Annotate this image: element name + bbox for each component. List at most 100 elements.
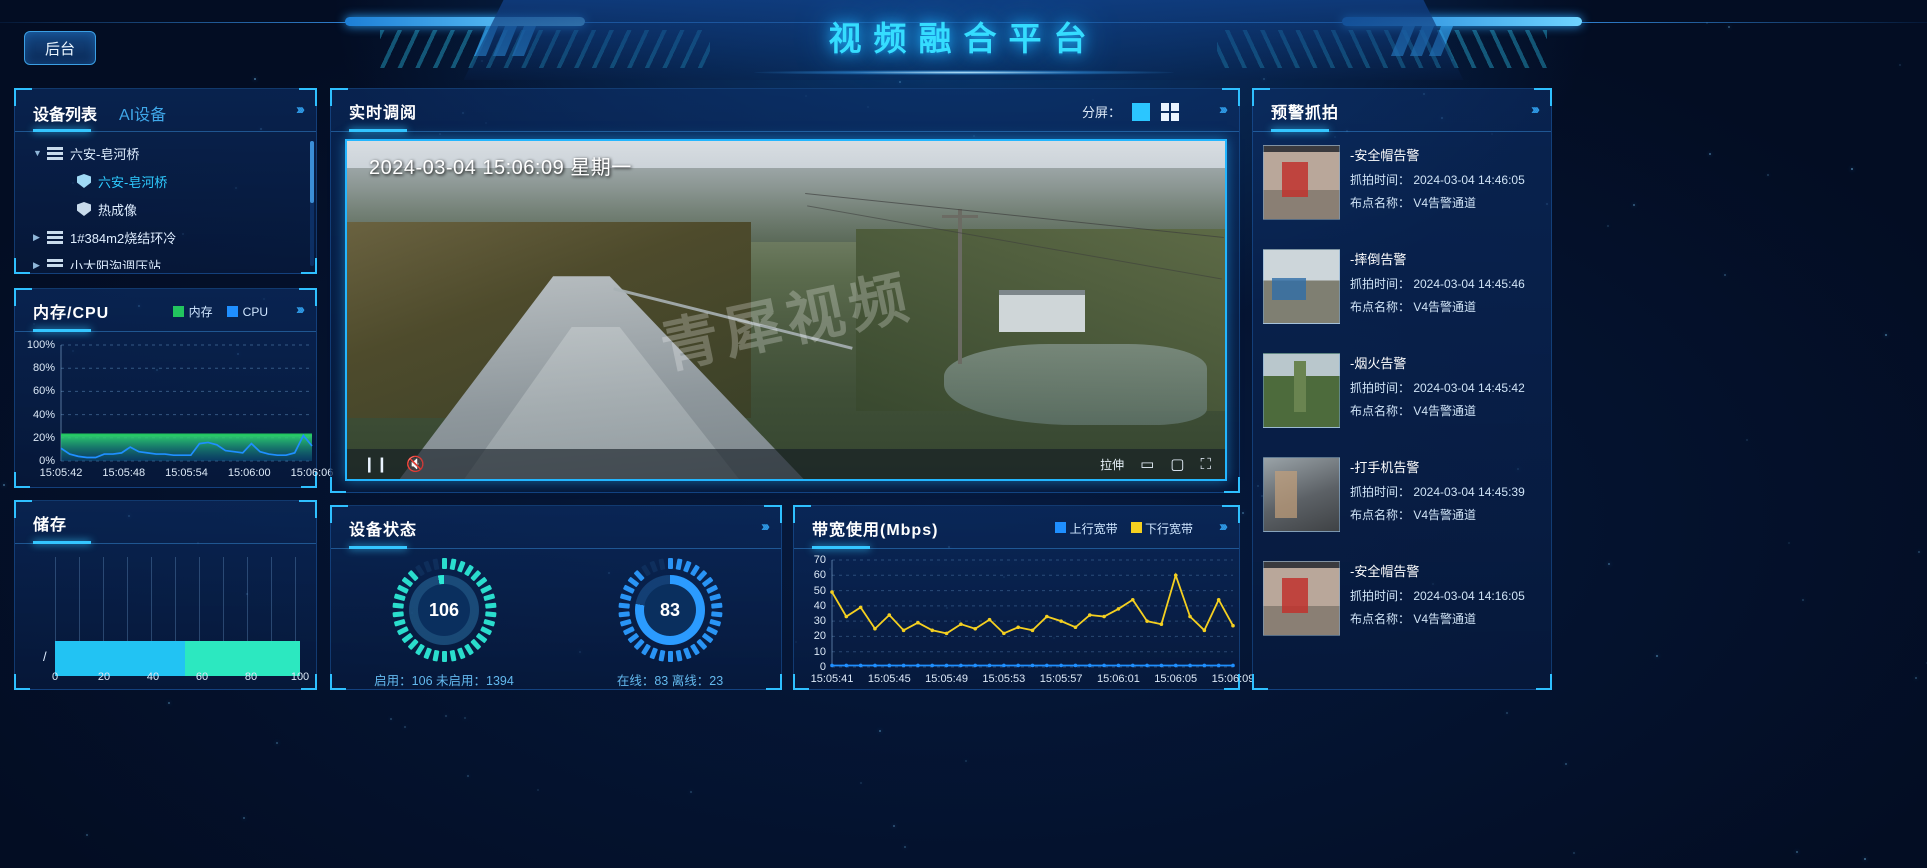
storage-axis: 0 20 40 60 80 100	[15, 671, 318, 685]
video-timestamp-overlay: 2024-03-04 15:06:09 星期一	[369, 151, 632, 180]
memory-cpu-x-tick: 15:05:48	[102, 467, 145, 479]
bandwidth-title: 带宽使用(Mbps)	[812, 516, 938, 540]
bandwidth-y-tick: 30	[814, 615, 826, 627]
split-screen-control: 分屏：	[1082, 102, 1179, 121]
gauge-cell: 83 在线：83 离线：23	[557, 554, 783, 691]
tree-caret-icon[interactable]	[33, 260, 45, 270]
tree-caret-icon[interactable]	[33, 148, 45, 158]
alarm-thumbnail[interactable]	[1263, 145, 1340, 220]
tree-node-label: 热成像	[98, 200, 137, 219]
device-status-panel: 设备状态 ››› 106 启用：106 未启用：1394 83 在线：83 离线：23	[330, 505, 782, 690]
alarm-expand-chevron[interactable]: ›››	[1531, 101, 1537, 118]
alarm-point-row: 布点名称： V4告警通道	[1350, 610, 1545, 627]
legend-downlink-label: 下行宽带	[1145, 522, 1193, 536]
split-one-screen-button[interactable]	[1132, 103, 1150, 121]
memory-cpu-y-tick: 60%	[33, 385, 55, 397]
memory-cpu-x-tick: 15:06:06	[291, 467, 334, 479]
live-view-expand-chevron[interactable]: ›››	[1219, 101, 1225, 118]
alarm-list[interactable]: -安全帽告警 抓拍时间： 2024-03-04 14:46:05 布点名称： V4告…	[1263, 137, 1545, 685]
bandwidth-x-tick: 15:06:05	[1154, 673, 1197, 685]
bandwidth-x-tick: 15:05:53	[982, 673, 1025, 685]
storage-underline	[33, 541, 91, 544]
bandwidth-x-tick: 15:06:01	[1097, 673, 1140, 685]
storage-axis-tick: 100	[291, 671, 309, 683]
device-status-underline	[349, 546, 407, 549]
tree-node[interactable]: 热成像	[23, 195, 306, 223]
pause-icon[interactable]: ❙❙	[363, 457, 388, 472]
alarm-list-item[interactable]: -摔倒告警 抓拍时间： 2024-03-04 14:45:46 布点名称： V4告警…	[1263, 241, 1545, 345]
alarm-time-row: 抓拍时间： 2024-03-04 14:45:46	[1350, 275, 1545, 292]
status-gauge: 83	[618, 558, 722, 662]
alarm-type-label: -安全帽告警	[1350, 561, 1545, 580]
camera-icon	[77, 202, 91, 216]
tree-node[interactable]: 1#384m2烧结环冷	[23, 223, 306, 251]
video-player[interactable]: 2024-03-04 15:06:09 星期一 青犀视频 ❙❙ 🔇 拉伸 ▭ ▢…	[345, 139, 1227, 481]
legend-uplink: 上行宽带	[1055, 520, 1117, 537]
alarm-time-row: 抓拍时间： 2024-03-04 14:45:39	[1350, 483, 1545, 500]
alarm-list-item[interactable]: -打手机告警 抓拍时间： 2024-03-04 14:45:39 布点名称： V4告…	[1263, 449, 1545, 553]
alarm-details: -安全帽告警 抓拍时间： 2024-03-04 14:16:05 布点名称： V4告…	[1350, 561, 1545, 657]
snapshot-camera-icon[interactable]: ▢	[1170, 457, 1184, 472]
storage-axis-tick: 60	[196, 671, 208, 683]
bandwidth-y-tick: 70	[814, 554, 826, 566]
memory-cpu-underline	[33, 329, 91, 332]
tree-node[interactable]: 小太阳沟调压站	[23, 251, 306, 269]
alarm-details: -烟火告警 抓拍时间： 2024-03-04 14:45:42 布点名称： V4告警…	[1350, 353, 1545, 449]
split-four-screen-button[interactable]	[1161, 103, 1179, 121]
gauge-caption: 在线：83 离线：23	[557, 670, 783, 689]
bandwidth-x-tick: 15:05:45	[868, 673, 911, 685]
bandwidth-x-tick: 15:05:49	[925, 673, 968, 685]
alarm-point-row: 布点名称： V4告警通道	[1350, 194, 1545, 211]
backend-button[interactable]: 后台	[24, 31, 96, 65]
alarm-list-item[interactable]: -安全帽告警 抓拍时间： 2024-03-04 14:16:05 布点名称： V4告…	[1263, 553, 1545, 657]
record-icon[interactable]: ▭	[1140, 457, 1154, 472]
tab-ai-device[interactable]: AI设备	[119, 101, 166, 125]
device-list-panel: 设备列表 AI设备 ››› 六安-皂河桥六安-皂河桥热成像 1#384m2烧结环冷…	[14, 88, 317, 274]
fullscreen-icon[interactable]: ⛶	[1200, 457, 1211, 472]
alarm-point-row: 布点名称： V4告警通道	[1350, 506, 1545, 523]
video-controls-right: 拉伸 ▭ ▢ ⛶	[1100, 456, 1225, 473]
tree-node-label: 1#384m2烧结环冷	[70, 228, 176, 247]
alarm-details: -摔倒告警 抓拍时间： 2024-03-04 14:45:46 布点名称： V4告警…	[1350, 249, 1545, 345]
device-panel-expand-chevron[interactable]: ›››	[296, 101, 302, 118]
alarm-thumbnail[interactable]	[1263, 353, 1340, 428]
tree-node[interactable]: 六安-皂河桥	[23, 139, 306, 167]
gauge-value: 83	[618, 558, 722, 662]
alarm-list-item[interactable]: -烟火告警 抓拍时间： 2024-03-04 14:45:42 布点名称： V4告警…	[1263, 345, 1545, 449]
video-building	[999, 290, 1085, 332]
alarm-point-row: 布点名称： V4告警通道	[1350, 402, 1545, 419]
memory-cpu-plot	[15, 339, 318, 487]
bandwidth-panel: 带宽使用(Mbps) 上行宽带 下行宽带 ››› 0 10 20 30 40 50 60 70…	[793, 505, 1240, 690]
app-header: 视频融合平台 后台	[0, 0, 1927, 90]
stretch-label[interactable]: 拉伸	[1100, 456, 1124, 473]
memory-cpu-expand-chevron[interactable]: ›››	[296, 301, 302, 318]
bandwidth-y-tick: 20	[814, 630, 826, 642]
memory-cpu-y-tick: 80%	[33, 362, 55, 374]
bandwidth-expand-chevron[interactable]: ›››	[1219, 518, 1225, 535]
alarm-details: -打手机告警 抓拍时间： 2024-03-04 14:45:39 布点名称： V4告…	[1350, 457, 1545, 553]
alarm-thumbnail[interactable]	[1263, 249, 1340, 324]
mute-icon[interactable]: 🔇	[406, 457, 425, 472]
memory-cpu-x-tick: 15:05:42	[40, 467, 83, 479]
legend-memory: 内存	[173, 303, 213, 320]
storage-panel: 储存 / 0 20 40 60 80 100	[14, 500, 317, 690]
alarm-thumbnail[interactable]	[1263, 457, 1340, 532]
legend-uplink-label: 上行宽带	[1070, 522, 1118, 536]
alarm-capture-title: 预警抓拍	[1271, 99, 1339, 123]
bandwidth-y-tick: 40	[814, 600, 826, 612]
storage-axis-tick: 40	[147, 671, 159, 683]
live-view-divider	[331, 131, 1239, 132]
legend-memory-swatch	[173, 306, 184, 317]
tree-node[interactable]: 六安-皂河桥	[23, 167, 306, 195]
alarm-time-row: 抓拍时间： 2024-03-04 14:16:05	[1350, 587, 1545, 604]
alarm-list-item[interactable]: -安全帽告警 抓拍时间： 2024-03-04 14:46:05 布点名称： V4告…	[1263, 137, 1545, 241]
tree-caret-icon[interactable]	[33, 232, 45, 243]
video-frame: 2024-03-04 15:06:09 星期一 青犀视频	[347, 141, 1225, 479]
gauge-value: 106	[392, 558, 496, 662]
live-view-panel: 实时调阅 分屏： ››› 2024-03-04 15:06:09 星期一 青犀视…	[330, 88, 1240, 493]
device-tree-scrollbar[interactable]	[310, 141, 314, 266]
device-status-expand-chevron[interactable]: ›››	[761, 518, 767, 535]
device-tree[interactable]: 六安-皂河桥六安-皂河桥热成像 1#384m2烧结环冷小太阳沟调压站	[23, 139, 306, 269]
tab-device-list[interactable]: 设备列表	[33, 101, 97, 125]
alarm-thumbnail[interactable]	[1263, 561, 1340, 636]
